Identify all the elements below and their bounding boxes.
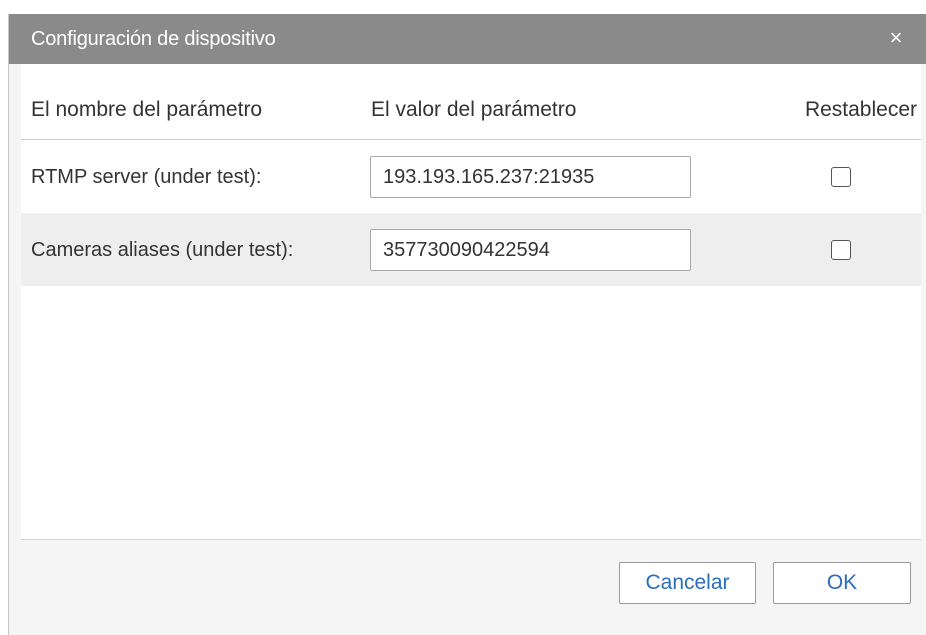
reset-checkbox-rtmp-server[interactable]	[831, 167, 851, 187]
parameters-table: El nombre del parámetro El valor del par…	[21, 64, 921, 540]
ok-button[interactable]: OK	[773, 562, 911, 604]
close-icon[interactable]: ×	[885, 25, 907, 51]
parameter-label-cameras-aliases: Cameras aliases (under test):	[31, 239, 294, 261]
dialog-titlebar[interactable]: Configuración de dispositivo ×	[9, 14, 926, 64]
device-config-dialog: Configuración de dispositivo × El nombre…	[8, 14, 926, 635]
cameras-aliases-input[interactable]	[370, 229, 691, 271]
header-parameter-value: El valor del parámetro	[371, 98, 577, 121]
header-parameter-name: El nombre del parámetro	[31, 98, 263, 121]
header-reset: Restablecer	[804, 98, 917, 121]
table-row: Cameras aliases (under test):	[21, 213, 921, 286]
rtmp-server-input[interactable]	[370, 156, 691, 198]
parameter-label-rtmp-server: RTMP server (under test):	[31, 166, 262, 188]
table-row: RTMP server (under test):	[21, 140, 921, 213]
reset-checkbox-cameras-aliases[interactable]	[831, 240, 851, 260]
cancel-button[interactable]: Cancelar	[619, 562, 756, 604]
dialog-title: Configuración de dispositivo	[31, 28, 276, 50]
table-header: El nombre del parámetro El valor del par…	[21, 64, 921, 140]
